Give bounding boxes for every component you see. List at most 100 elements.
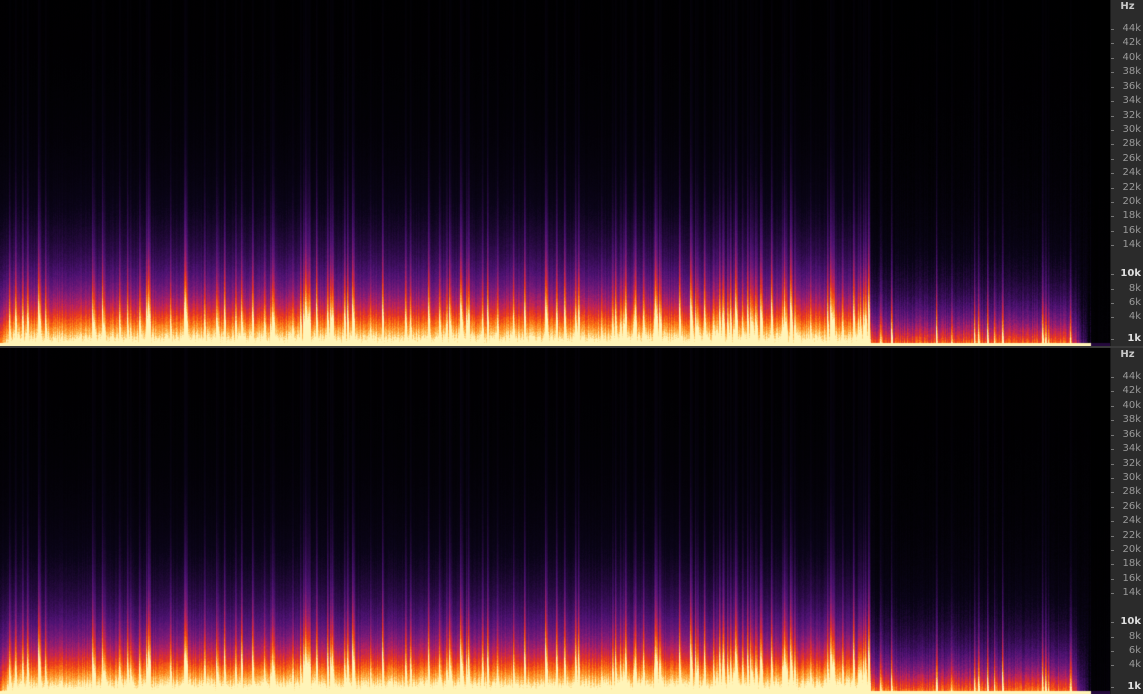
frequency-tick: 32k bbox=[1111, 458, 1143, 470]
channel-top[interactable]: Hz 44k 42k 40k 38k 36k 34k 32k 30k 28k 26k 24k 22k 2… bbox=[0, 0, 1143, 346]
frequency-tick: 6k bbox=[1111, 297, 1143, 309]
tick-label: 4k bbox=[1128, 311, 1141, 323]
tick-mark bbox=[1111, 449, 1114, 451]
tick-label: 18k bbox=[1122, 558, 1141, 570]
tick-mark bbox=[1111, 665, 1114, 667]
tick-label: 38k bbox=[1122, 66, 1141, 78]
tick-mark bbox=[1111, 43, 1114, 45]
ruler-unit-label: Hz bbox=[1120, 1, 1135, 12]
tick-label: 6k bbox=[1128, 644, 1141, 656]
frequency-tick: 4k bbox=[1111, 311, 1143, 323]
frequency-tick: 26k bbox=[1111, 501, 1143, 513]
frequency-tick: 14k bbox=[1111, 587, 1143, 599]
tick-label: 26k bbox=[1122, 152, 1141, 164]
tick-label: 16k bbox=[1122, 572, 1141, 584]
frequency-tick: 4k bbox=[1111, 659, 1143, 671]
tick-label: 40k bbox=[1122, 51, 1141, 63]
tick-mark bbox=[1111, 187, 1114, 189]
tick-label: 36k bbox=[1122, 80, 1141, 92]
tick-label: 1k bbox=[1127, 333, 1141, 344]
tick-mark bbox=[1111, 622, 1114, 624]
tick-mark bbox=[1111, 57, 1114, 59]
frequency-tick: 22k bbox=[1111, 182, 1143, 194]
tick-label: 4k bbox=[1128, 659, 1141, 671]
tick-mark bbox=[1111, 158, 1114, 160]
tick-mark bbox=[1111, 506, 1114, 508]
frequency-tick: 24k bbox=[1111, 167, 1143, 179]
tick-mark bbox=[1111, 550, 1114, 552]
tick-mark bbox=[1111, 564, 1114, 566]
frequency-tick: 8k bbox=[1111, 283, 1143, 295]
tick-label: 16k bbox=[1122, 224, 1141, 236]
frequency-tick: 36k bbox=[1111, 429, 1143, 441]
tick-mark bbox=[1111, 391, 1114, 393]
tick-mark bbox=[1111, 29, 1114, 30]
tick-label: 8k bbox=[1128, 630, 1141, 642]
tick-mark bbox=[1111, 173, 1114, 175]
tick-mark bbox=[1111, 216, 1114, 218]
frequency-tick: 20k bbox=[1111, 196, 1143, 208]
tick-label: 34k bbox=[1122, 443, 1141, 455]
frequency-tick: 24k bbox=[1111, 515, 1143, 527]
frequency-tick: 42k bbox=[1111, 385, 1143, 397]
tick-mark bbox=[1111, 230, 1114, 232]
frequency-tick: 20k bbox=[1111, 544, 1143, 556]
frequency-tick: 26k bbox=[1111, 153, 1143, 165]
tick-mark bbox=[1111, 434, 1114, 436]
tick-label: 14k bbox=[1122, 239, 1141, 251]
tick-label: 32k bbox=[1122, 109, 1141, 121]
tick-mark bbox=[1111, 339, 1114, 340]
tick-label: 36k bbox=[1122, 428, 1141, 440]
tick-label: 26k bbox=[1122, 500, 1141, 512]
tick-label: 8k bbox=[1128, 282, 1141, 294]
tick-label: 10k bbox=[1120, 268, 1141, 280]
tick-label: 30k bbox=[1122, 471, 1141, 483]
tick-mark bbox=[1111, 302, 1114, 304]
tick-mark bbox=[1111, 144, 1114, 146]
tick-label: 34k bbox=[1122, 95, 1141, 107]
tick-mark bbox=[1111, 535, 1114, 537]
tick-label: 10k bbox=[1120, 616, 1141, 628]
frequency-tick: 18k bbox=[1111, 210, 1143, 222]
tick-mark bbox=[1111, 492, 1114, 494]
tick-mark bbox=[1111, 650, 1114, 652]
tick-label: 44k bbox=[1122, 23, 1141, 34]
tick-mark bbox=[1111, 129, 1114, 131]
tick-mark bbox=[1111, 377, 1114, 378]
frequency-ruler-top[interactable]: Hz 44k 42k 40k 38k 36k 34k 32k 30k 28k 26k 24k 22k 2… bbox=[1110, 0, 1143, 346]
frequency-tick: 10k bbox=[1111, 268, 1143, 280]
frequency-tick: 28k bbox=[1111, 486, 1143, 498]
tick-label: 28k bbox=[1122, 486, 1141, 498]
tick-label: 24k bbox=[1122, 167, 1141, 179]
tick-label: 14k bbox=[1122, 587, 1141, 599]
tick-label: 20k bbox=[1122, 544, 1141, 556]
tick-mark bbox=[1111, 72, 1114, 74]
frequency-tick: 38k bbox=[1111, 66, 1143, 78]
tick-mark bbox=[1111, 245, 1114, 247]
tick-label: 44k bbox=[1122, 371, 1141, 382]
spectrogram-canvas-top[interactable] bbox=[0, 0, 1110, 346]
frequency-tick: 40k bbox=[1111, 52, 1143, 64]
frequency-tick: 16k bbox=[1111, 573, 1143, 585]
frequency-tick: 18k bbox=[1111, 558, 1143, 570]
tick-label: 40k bbox=[1122, 399, 1141, 411]
frequency-tick: 1k bbox=[1111, 333, 1143, 345]
tick-mark bbox=[1111, 86, 1114, 88]
frequency-tick: 34k bbox=[1111, 443, 1143, 455]
frequency-tick: 38k bbox=[1111, 414, 1143, 426]
tick-label: 28k bbox=[1122, 138, 1141, 150]
tick-label: 42k bbox=[1122, 37, 1141, 49]
spectrogram-view[interactable]: Hz 44k 42k 40k 38k 36k 34k 32k 30k 28k 26k 24k 22k 2… bbox=[0, 0, 1143, 694]
frequency-tick: 44k bbox=[1111, 23, 1143, 35]
tick-label: 18k bbox=[1122, 210, 1141, 222]
frequency-tick: 34k bbox=[1111, 95, 1143, 107]
frequency-ruler-bottom[interactable]: Hz 44k 42k 40k 38k 36k 34k 32k 30k 28k 26k 24k 22k 2… bbox=[1110, 348, 1143, 694]
ruler-unit-label: Hz bbox=[1120, 349, 1135, 360]
channel-bottom[interactable]: Hz 44k 42k 40k 38k 36k 34k 32k 30k 28k 26k 24k 22k 2… bbox=[0, 348, 1143, 694]
frequency-tick: 44k bbox=[1111, 371, 1143, 383]
tick-mark bbox=[1111, 593, 1114, 595]
spectrogram-canvas-bottom[interactable] bbox=[0, 348, 1110, 694]
tick-mark bbox=[1111, 317, 1114, 319]
tick-label: 22k bbox=[1122, 181, 1141, 193]
tick-mark bbox=[1111, 101, 1114, 103]
